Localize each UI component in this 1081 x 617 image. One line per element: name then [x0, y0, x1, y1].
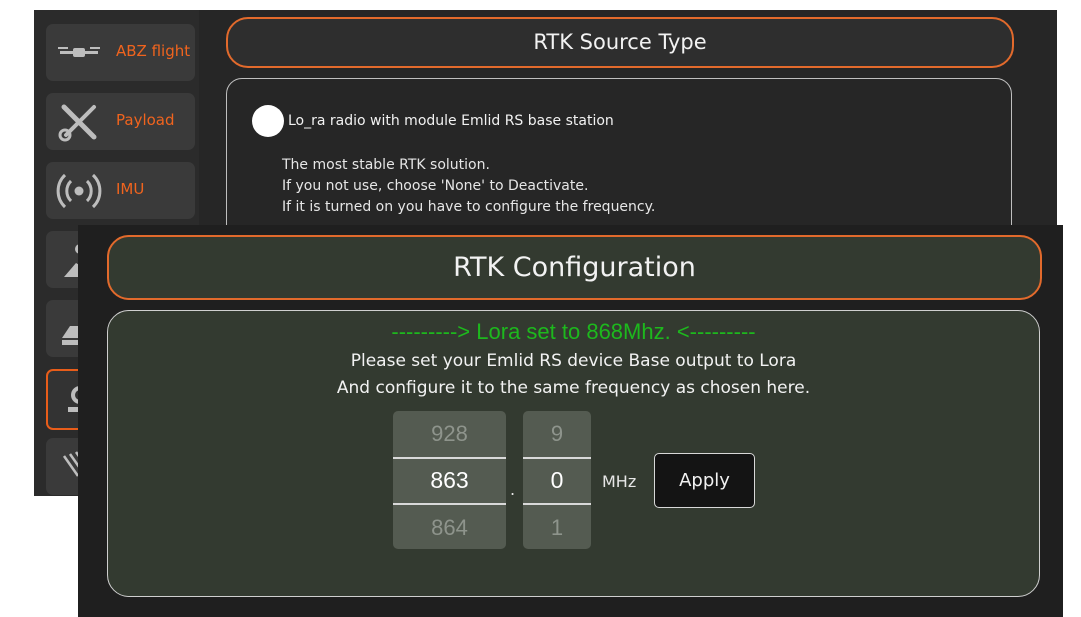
picker-option-below[interactable]: 864: [393, 515, 506, 541]
picker-option-above[interactable]: 9: [523, 421, 591, 447]
frequency-decimal-picker[interactable]: 9 0 1: [523, 411, 591, 549]
rtk-configuration-card: ---------> Lora set to 868Mhz. <--------…: [107, 310, 1040, 597]
drone-icon: [58, 47, 100, 57]
instruction-line: Please set your Emlid RS device Base out…: [350, 351, 797, 371]
lora-radio-toggle[interactable]: [252, 105, 284, 137]
description-line: The most stable RTK solution.: [282, 157, 490, 173]
sidebar-item-imu[interactable]: IMU: [46, 162, 195, 219]
frequency-integer-picker[interactable]: 928 863 864: [393, 411, 506, 549]
instruction-line: And configure it to the same frequency a…: [336, 378, 811, 398]
sidebar-item-label: ABZ flight: [116, 42, 191, 60]
picker-divider: [523, 457, 591, 459]
picker-divider: [523, 503, 591, 505]
picker-divider: [393, 503, 506, 505]
sidebar-item-payload[interactable]: Payload: [46, 93, 195, 150]
rtk-configuration-panel: RTK Configuration ---------> Lora set to…: [78, 225, 1063, 617]
rtk-configuration-title: RTK Configuration: [107, 235, 1042, 300]
decimal-separator: .: [510, 480, 516, 499]
description-line: If it is turned on you have to configure…: [282, 199, 656, 215]
lora-status-text: ---------> Lora set to 868Mhz. <--------…: [391, 319, 756, 344]
picker-divider: [393, 457, 506, 459]
lora-option-label: Lo_ra radio with module Emlid RS base st…: [288, 113, 614, 129]
rtk-source-type-title: RTK Source Type: [226, 17, 1014, 68]
frequency-unit-label: MHz: [602, 472, 637, 491]
radio-signal-icon: [56, 173, 102, 209]
picker-option-selected[interactable]: 0: [523, 467, 591, 494]
description-line: If you not use, choose 'None' to Deactiv…: [282, 178, 589, 194]
sidebar-item-abz-flight[interactable]: ABZ flight: [46, 24, 195, 81]
sidebar-item-label: IMU: [116, 180, 145, 198]
tools-icon: [58, 104, 97, 142]
apply-button[interactable]: Apply: [654, 453, 755, 508]
sidebar-item-label: Payload: [116, 111, 175, 129]
picker-option-selected[interactable]: 863: [393, 467, 506, 494]
picker-option-below[interactable]: 1: [523, 515, 591, 541]
picker-option-above[interactable]: 928: [393, 421, 506, 447]
lora-option-description: The most stable RTK solution. If you not…: [282, 155, 655, 218]
